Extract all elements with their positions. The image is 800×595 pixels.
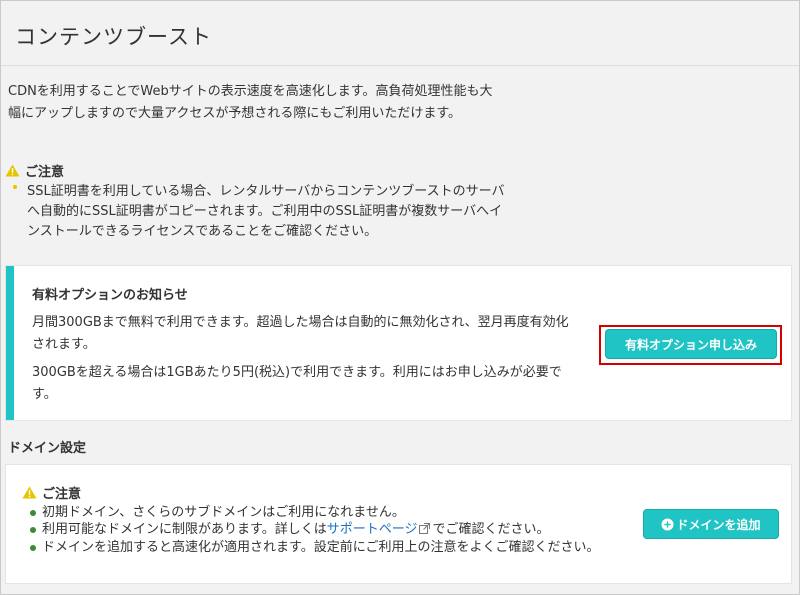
warning-icon [22, 486, 37, 499]
ssl-notice-header: ご注意 [5, 161, 505, 180]
domain-notice-heading: ご注意 [42, 487, 82, 502]
domain-settings-heading: ドメイン設定 [8, 441, 87, 456]
page-title: コンテンツブースト [15, 25, 212, 49]
bullet-icon [30, 510, 36, 516]
list-item: 利用可能なドメインに制限があります。詳しくはサポートページ でご確認ください。 [22, 521, 622, 539]
ssl-notice-list: SSL証明書を利用している場合、レンタルサーバからコンテンツブーストのサーバへ自… [5, 182, 505, 242]
add-domain-label: ドメインを追加 [676, 517, 761, 532]
bullet-icon [30, 545, 36, 551]
domain-notice-item-3: ドメインを追加すると高速化が適用されます。設定前にご利用上の注意をよくご確認くだ… [42, 540, 600, 555]
paid-option-title: 有料オプションのお知らせ [32, 288, 188, 303]
intro-text: CDNを利用することでWebサイトの表示速度を高速化します。高負荷処理性能も大幅… [8, 84, 493, 121]
support-page-link[interactable]: サポートページ [327, 522, 418, 537]
warning-icon [5, 164, 20, 177]
bullet-icon [13, 185, 17, 189]
external-link-icon [419, 522, 431, 539]
ssl-notice-heading: ご注意 [25, 165, 65, 180]
paid-option-paragraph-1: 月間300GBまで無料で利用できます。超過した場合は自動的に無効化され、翌月再度… [32, 315, 569, 352]
list-item: 初期ドメイン、さくらのサブドメインはご利用になれません。 [22, 504, 622, 521]
bullet-icon [30, 527, 36, 533]
plus-circle-icon [661, 518, 674, 531]
domain-notice: ご注意 初期ドメイン、さくらのサブドメインはご利用になれません。 利用可能なドメ… [22, 483, 622, 556]
ssl-notice-text: SSL証明書を利用している場合、レンタルサーバからコンテンツブーストのサーバへ自… [27, 184, 505, 239]
card-accent-bar [6, 266, 14, 420]
domain-notice-header: ご注意 [22, 483, 622, 502]
domain-notice-list: 初期ドメイン、さくらのサブドメインはご利用になれません。 利用可能なドメインに制… [22, 504, 622, 556]
content-panel: コンテンツブースト CDNを利用することでWebサイトの表示速度を高速化します。… [0, 0, 800, 595]
ssl-notice: ご注意 SSL証明書を利用している場合、レンタルサーバからコンテンツブーストのサ… [5, 161, 505, 242]
add-domain-button[interactable]: ドメインを追加 [643, 509, 779, 539]
domain-notice-item-2-before: 利用可能なドメインに制限があります。詳しくは [42, 522, 327, 537]
domain-notice-item-1: 初期ドメイン、さくらのサブドメインはご利用になれません。 [42, 505, 405, 520]
paid-option-apply-button[interactable]: 有料オプション申し込み [605, 329, 777, 359]
paid-option-paragraph-2: 300GBを超える場合は1GBあたり5円(税込)で利用できます。利用にはお申し込… [32, 365, 562, 402]
list-item: SSL証明書を利用している場合、レンタルサーバからコンテンツブーストのサーバへ自… [5, 182, 505, 242]
title-divider [1, 65, 799, 66]
list-item: ドメインを追加すると高速化が適用されます。設定前にご利用上の注意をよくご確認くだ… [22, 539, 622, 556]
domain-notice-item-2-after: でご確認ください。 [432, 522, 550, 537]
